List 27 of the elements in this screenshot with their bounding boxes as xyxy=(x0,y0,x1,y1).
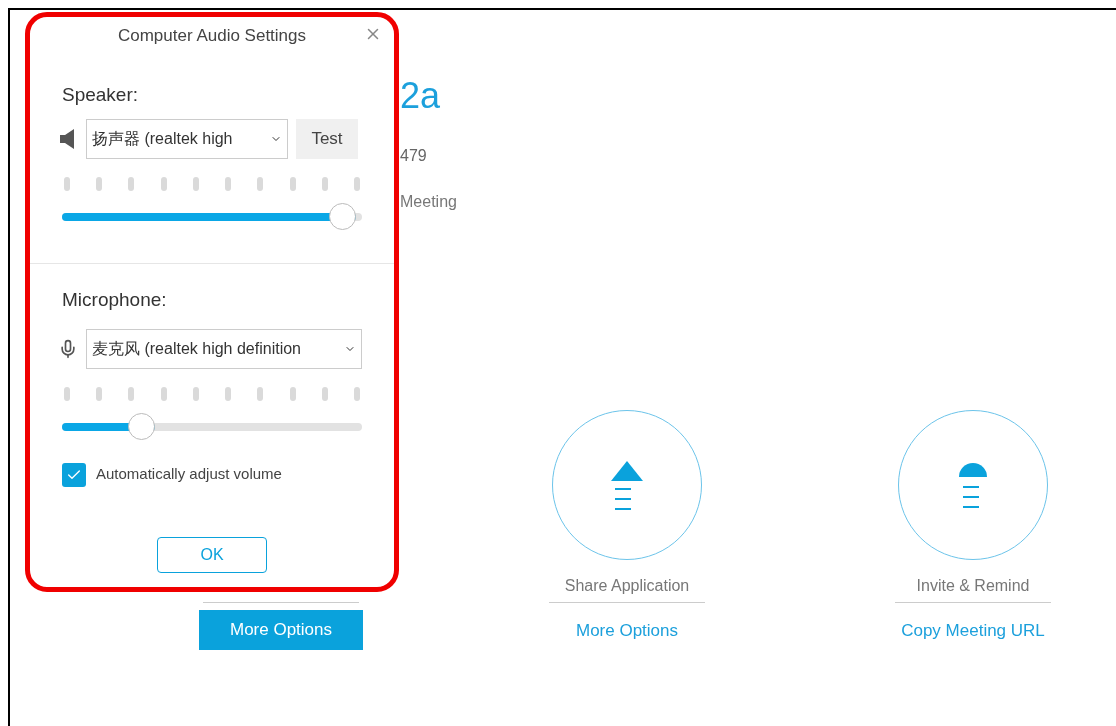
ok-button[interactable]: OK xyxy=(157,537,267,573)
dialog-title: Computer Audio Settings xyxy=(117,25,307,47)
test-button[interactable]: Test xyxy=(296,119,358,159)
slider-track[interactable] xyxy=(62,203,362,231)
action-link[interactable]: Copy Meeting URL xyxy=(901,618,1045,644)
action-label: Share Application xyxy=(564,576,690,596)
auto-adjust-checkbox[interactable] xyxy=(62,462,86,487)
upload-icon xyxy=(611,460,643,510)
slider-track[interactable] xyxy=(62,412,362,441)
speaker-device: 扬声器 (realtek high xyxy=(92,129,233,149)
microphone-device: 麦克风 (realtek high definition xyxy=(92,338,301,359)
microphone-label: Microphone: xyxy=(62,288,168,312)
auto-adjust-label: Automatically adjust volume xyxy=(96,464,282,485)
speaker-icon xyxy=(60,129,74,149)
slider-thumb[interactable] xyxy=(128,412,155,440)
action-label: Invite & Remind xyxy=(916,576,1030,596)
action-link[interactable]: More Options xyxy=(575,618,678,644)
more-options-button[interactable]: More Options xyxy=(199,610,363,650)
microphone-icon xyxy=(58,337,78,360)
end-meeting-label: Meeting xyxy=(400,192,458,212)
slider-thumb[interactable] xyxy=(329,203,356,230)
meeting-number: 479 xyxy=(400,146,428,166)
microphone-dropdown[interactable]: 麦克风 (realtek high definition xyxy=(86,328,362,369)
speaker-dropdown[interactable]: 扬声器 (realtek high xyxy=(86,119,288,159)
speaker-label: Speaker: xyxy=(62,82,140,107)
person-icon xyxy=(959,462,987,508)
meeting-title: 2a xyxy=(400,76,442,116)
